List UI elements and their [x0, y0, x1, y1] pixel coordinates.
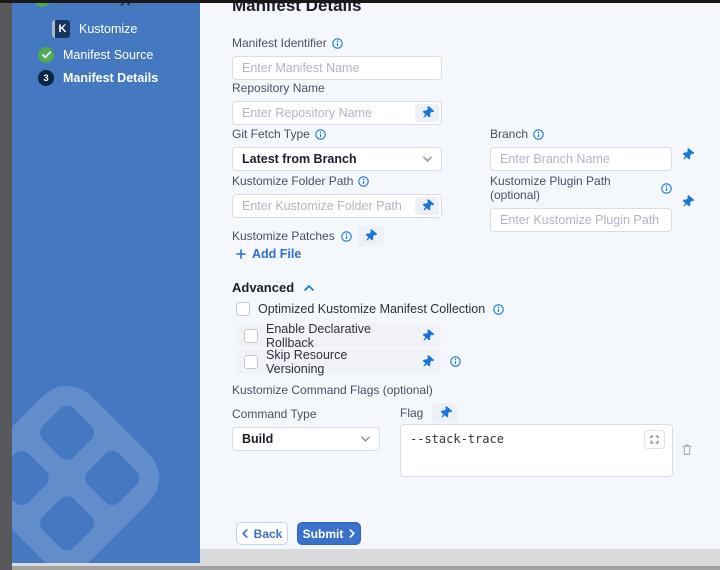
kustomize-folder-path-label: Kustomize Folder Path — [232, 174, 353, 188]
kustomize-icon: K — [52, 20, 70, 38]
pin-icon[interactable] — [678, 146, 696, 164]
pin-icon[interactable] — [358, 226, 384, 246]
step-kustomize[interactable]: K Kustomize — [52, 20, 137, 38]
back-button[interactable]: Back — [236, 522, 288, 545]
branch-label: Branch — [490, 127, 528, 141]
info-icon[interactable] — [315, 129, 326, 140]
info-icon[interactable] — [661, 183, 672, 194]
plus-icon — [236, 249, 246, 259]
step-manifest-details[interactable]: 3 Manifest Details — [38, 70, 158, 86]
info-icon[interactable] — [533, 129, 544, 140]
repository-name-label: Repository Name — [232, 81, 325, 95]
git-fetch-type-label: Git Fetch Type — [232, 127, 310, 141]
chevron-down-icon — [361, 436, 370, 442]
pin-icon[interactable] — [422, 330, 433, 342]
kustomize-folder-path-input[interactable] — [232, 194, 442, 218]
step-label: Manifest Details — [63, 71, 158, 85]
dimmed-background-page — [0, 0, 12, 570]
chevron-down-icon — [423, 156, 432, 162]
command-flags-section-label: Kustomize Command Flags (optional) — [232, 383, 433, 397]
pin-icon[interactable] — [415, 104, 439, 122]
expand-icon[interactable] — [644, 430, 665, 449]
flag-label: Flag — [400, 406, 423, 420]
skip-versioning-label: Skip Resource Versioning — [266, 348, 406, 376]
skip-versioning-checkbox[interactable] — [244, 355, 258, 369]
repository-name-input[interactable] — [232, 101, 442, 125]
advanced-label: Advanced — [232, 280, 294, 295]
pin-icon[interactable] — [678, 193, 696, 211]
step-label: Manifest Source — [63, 48, 153, 62]
delete-flag-icon[interactable] — [681, 443, 693, 461]
advanced-section-toggle[interactable]: Advanced — [232, 280, 314, 295]
manifest-identifier-label: Manifest Identifier — [232, 36, 327, 50]
declarative-rollback-label: Enable Declarative Rollback — [266, 322, 406, 350]
kustomize-patches-label: Kustomize Patches — [232, 229, 335, 243]
pin-icon[interactable] — [415, 197, 439, 215]
skip-versioning-option: Skip Resource Versioning — [236, 350, 441, 373]
flag-textarea[interactable]: --stack-trace — [400, 424, 673, 477]
manifest-identifier-input[interactable] — [232, 56, 442, 80]
pin-icon[interactable] — [422, 356, 433, 368]
step-manifest-source[interactable]: Manifest Source — [38, 47, 153, 63]
check-icon — [38, 47, 54, 63]
info-icon[interactable] — [358, 176, 369, 187]
step-number-badge: 3 — [38, 70, 54, 86]
chevron-left-icon — [242, 529, 248, 538]
step-label: Manifest Type — [59, 3, 141, 6]
info-icon[interactable] — [332, 38, 343, 49]
chevron-right-icon — [349, 529, 355, 538]
kustomize-plugin-path-input[interactable] — [490, 208, 672, 232]
wizard-sidebar: Manifest Type K Kustomize Manifest Sourc… — [12, 3, 200, 563]
window-top-edge — [0, 0, 720, 3]
window-bottom-edge — [0, 566, 720, 570]
command-type-label: Command Type — [232, 407, 317, 421]
branch-input[interactable] — [490, 147, 672, 171]
harness-logo-watermark — [12, 372, 173, 563]
step-manifest-type[interactable]: Manifest Type — [34, 3, 141, 7]
step-label: Kustomize — [79, 22, 137, 36]
kustomize-plugin-path-label: Kustomize Plugin Path (optional) — [490, 174, 656, 202]
git-fetch-type-select[interactable]: Latest from Branch — [232, 147, 442, 171]
manifest-details-panel: Manifest Details Manifest Identifier Rep… — [200, 3, 720, 549]
info-icon[interactable] — [493, 304, 504, 315]
optimized-collection-label: Optimized Kustomize Manifest Collection — [258, 302, 485, 316]
check-icon — [34, 3, 50, 7]
chevron-up-icon — [304, 285, 314, 291]
declarative-rollback-checkbox[interactable] — [244, 329, 258, 343]
info-icon[interactable] — [341, 231, 352, 242]
info-icon[interactable] — [450, 356, 461, 367]
declarative-rollback-option: Enable Declarative Rollback — [236, 324, 441, 347]
command-type-select[interactable]: Build — [232, 427, 380, 451]
add-file-button[interactable]: Add File — [236, 247, 301, 261]
submit-button[interactable]: Submit — [297, 522, 361, 545]
pin-icon[interactable] — [432, 403, 458, 423]
optimized-collection-checkbox[interactable] — [236, 302, 250, 316]
